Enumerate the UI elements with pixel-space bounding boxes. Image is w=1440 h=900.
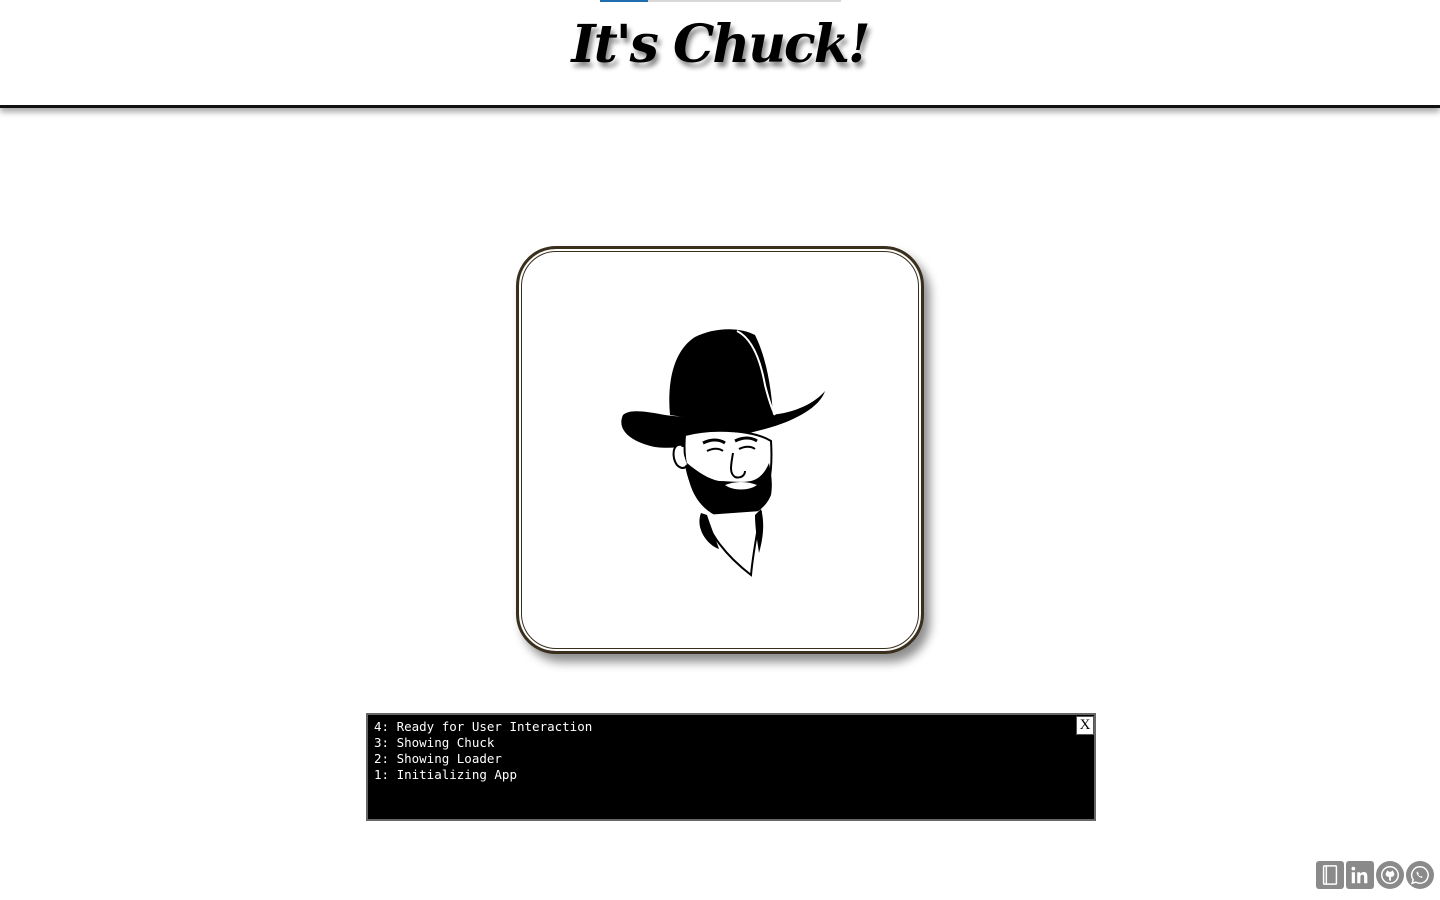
linkedin-link[interactable] — [1346, 861, 1374, 889]
book-icon — [1322, 865, 1338, 885]
log-line: 2: Showing Loader — [374, 751, 502, 766]
loading-progress-bar — [600, 0, 841, 2]
status-log-console: 4: Ready for User Interaction 3: Showing… — [366, 713, 1096, 821]
github-icon — [1381, 866, 1399, 884]
whatsapp-icon — [1410, 866, 1429, 885]
linkedin-icon — [1351, 866, 1368, 884]
chuck-card[interactable] — [516, 246, 924, 654]
chuck-norris-portrait — [621, 329, 825, 577]
log-line: 1: Initializing App — [374, 767, 517, 782]
log-close-button[interactable]: X — [1076, 716, 1094, 735]
log-line: 4: Ready for User Interaction — [374, 719, 593, 734]
page-title: It's Chuck! — [571, 14, 870, 75]
social-links — [1316, 861, 1434, 889]
app-header: It's Chuck! — [0, 0, 1440, 108]
loading-progress-fill — [600, 0, 649, 2]
blog-link[interactable] — [1316, 861, 1344, 889]
whatsapp-link[interactable] — [1406, 861, 1434, 889]
github-link[interactable] — [1376, 861, 1404, 889]
log-line: 3: Showing Chuck — [374, 735, 495, 750]
